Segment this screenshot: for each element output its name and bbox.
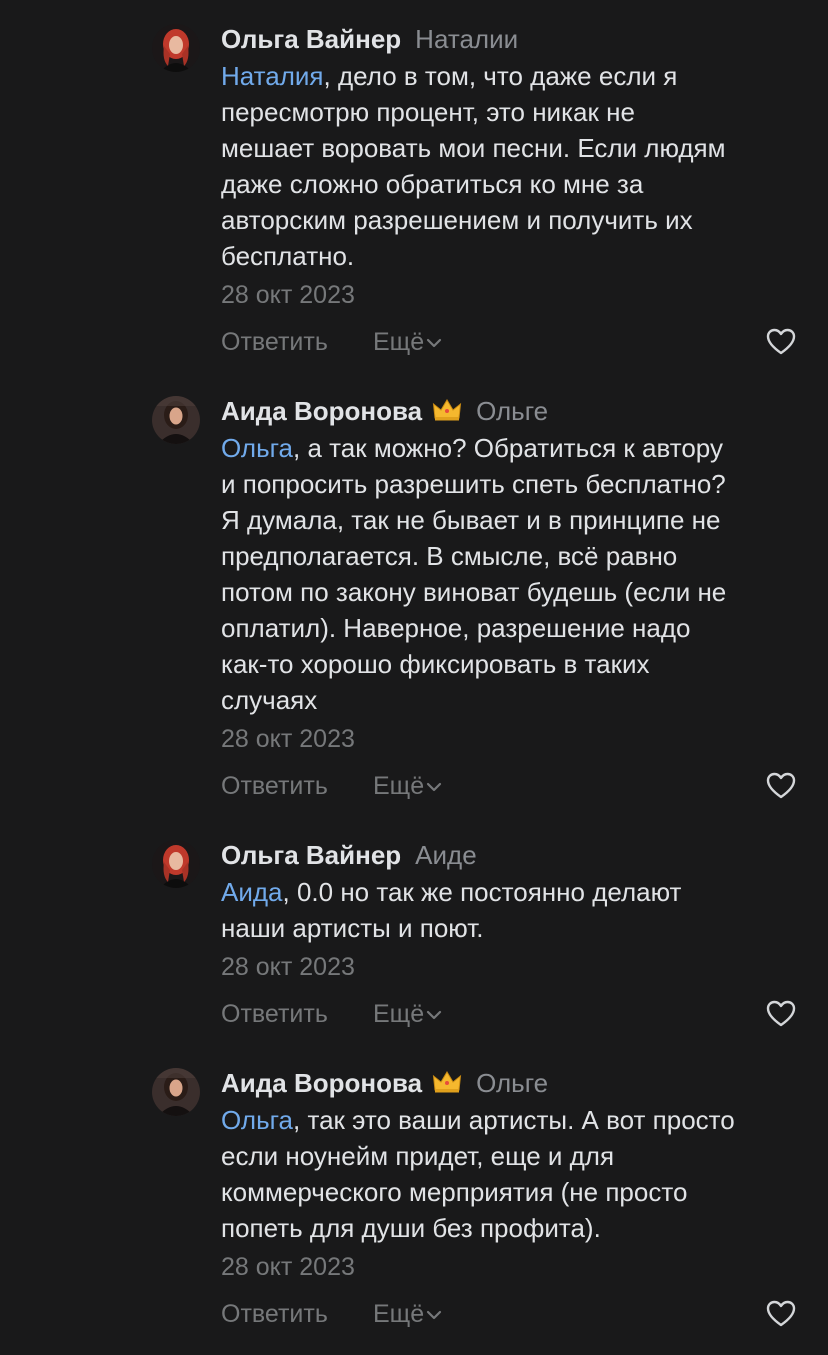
comment-date: 28 окт 2023 [221, 281, 355, 309]
comment-header: Аида Воронова Ольге [221, 394, 801, 428]
comment-date: 28 окт 2023 [221, 953, 355, 981]
comment-actions: Ответить Ещё [221, 766, 801, 806]
reply-to-name[interactable]: Аиде [415, 840, 477, 870]
author-name[interactable]: Ольга Вайнер [221, 24, 401, 54]
avatar-red-hair-woman-icon [152, 24, 200, 72]
avatar-dark-hair-woman-icon [152, 396, 200, 444]
more-button[interactable]: Ещё [373, 1294, 442, 1334]
more-label: Ещё [373, 772, 425, 800]
heart-outline-icon [766, 328, 796, 355]
comment-body: Аида Воронова Ольге Ольга, так это ваши а… [221, 1066, 801, 1334]
avatar-red-hair-woman-icon [152, 840, 200, 888]
chevron-down-icon [427, 782, 442, 792]
comment-actions: Ответить Ещё [221, 994, 801, 1034]
comment-thread: Ольга Вайнер Наталии Наталия, дело в том,… [0, 0, 828, 1355]
mention-link[interactable]: Наталия [221, 61, 324, 91]
mention-link[interactable]: Ольга [221, 1105, 293, 1135]
comment-date: 28 окт 2023 [221, 725, 355, 753]
heart-outline-icon [766, 1300, 796, 1327]
more-button[interactable]: Ещё [373, 322, 442, 362]
avatar[interactable] [152, 396, 200, 444]
avatar[interactable] [152, 24, 200, 72]
heart-outline-icon [766, 772, 796, 799]
comment-header: Аида Воронова Ольге [221, 1066, 801, 1100]
avatar[interactable] [152, 840, 200, 888]
more-button[interactable]: Ещё [373, 994, 442, 1034]
comment-text: Аида, 0.0 но так же постоянно делают наш… [221, 874, 801, 946]
crown-icon [432, 399, 462, 421]
chevron-down-icon [427, 1010, 442, 1020]
heart-outline-icon [766, 1000, 796, 1027]
comment-text-body: , 0.0 но так же постоянно делают наши ар… [221, 877, 682, 943]
reply-button[interactable]: Ответить [221, 994, 328, 1034]
like-button[interactable] [765, 770, 797, 802]
more-label: Ещё [373, 1300, 425, 1328]
reply-button[interactable]: Ответить [221, 1294, 328, 1334]
comment-header: Ольга Вайнер Аиде [221, 838, 801, 872]
author-name[interactable]: Аида Воронова [221, 1068, 422, 1098]
reply-button[interactable]: Ответить [221, 322, 328, 362]
like-button[interactable] [765, 326, 797, 358]
more-label: Ещё [373, 328, 425, 356]
comment-text-body: , а так можно? Обратиться к автору и поп… [221, 433, 727, 715]
comment-actions: Ответить Ещё [221, 322, 801, 362]
author-name[interactable]: Ольга Вайнер [221, 840, 401, 870]
comment-body: Ольга Вайнер Аиде Аида, 0.0 но так же пос… [221, 838, 801, 1034]
comment-text: Ольга, так это ваши артисты. А вот прост… [221, 1102, 801, 1246]
chevron-down-icon [427, 338, 442, 348]
comment-text: Ольга, а так можно? Обратиться к автору … [221, 430, 801, 718]
comment-text-body: , дело в том, что даже если я пересмотрю… [221, 61, 726, 271]
comment-text-body: , так это ваши артисты. А вот просто есл… [221, 1105, 735, 1243]
more-label: Ещё [373, 1000, 425, 1028]
avatar-dark-hair-woman-icon [152, 1068, 200, 1116]
avatar[interactable] [152, 1068, 200, 1116]
mention-link[interactable]: Ольга [221, 433, 293, 463]
mention-link[interactable]: Аида [221, 877, 283, 907]
chevron-down-icon [427, 1310, 442, 1320]
comment-body: Ольга Вайнер Наталии Наталия, дело в том,… [221, 22, 801, 362]
reply-button[interactable]: Ответить [221, 766, 328, 806]
comment-date: 28 окт 2023 [221, 1253, 355, 1281]
like-button[interactable] [765, 1298, 797, 1330]
comment-text: Наталия, дело в том, что даже если я пер… [221, 58, 801, 274]
reply-to-name[interactable]: Наталии [415, 24, 518, 54]
reply-to-name[interactable]: Ольге [476, 396, 548, 426]
author-name[interactable]: Аида Воронова [221, 396, 422, 426]
comment-actions: Ответить Ещё [221, 1294, 801, 1334]
reply-to-name[interactable]: Ольге [476, 1068, 548, 1098]
comment-body: Аида Воронова Ольге Ольга, а так можно? О… [221, 394, 801, 806]
like-button[interactable] [765, 998, 797, 1030]
comment-header: Ольга Вайнер Наталии [221, 22, 801, 56]
more-button[interactable]: Ещё [373, 766, 442, 806]
crown-icon [432, 1071, 462, 1093]
